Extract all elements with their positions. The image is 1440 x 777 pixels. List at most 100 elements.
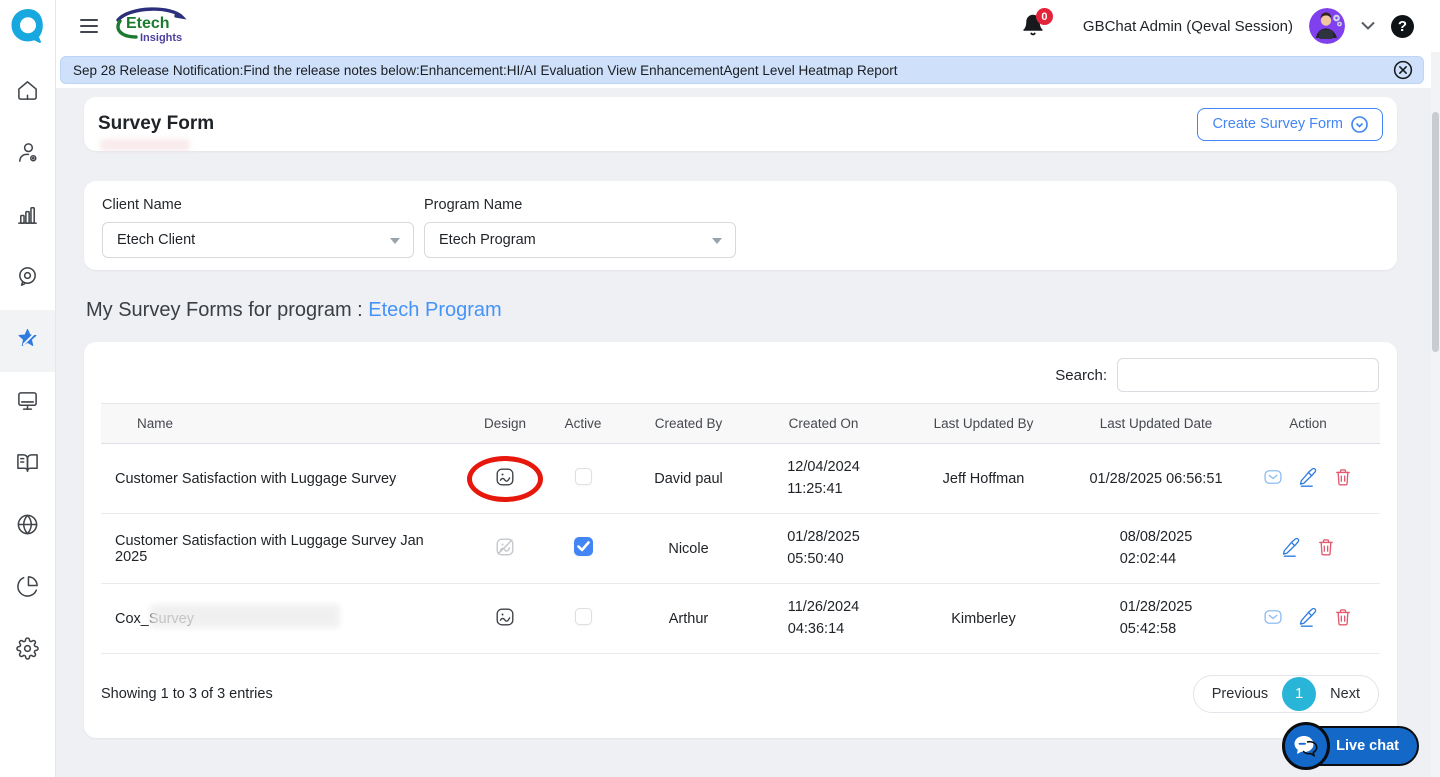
redaction-blur (100, 139, 190, 151)
close-icon[interactable] (1393, 60, 1413, 80)
column-header-active[interactable]: Active (545, 404, 621, 444)
client-name-select[interactable]: Etech Client (102, 222, 414, 258)
column-header-action[interactable]: Action (1236, 404, 1380, 444)
previous-page-button[interactable]: Previous (1198, 686, 1282, 702)
column-header-last-updated-by[interactable]: Last Updated By (891, 404, 1076, 444)
mail-icon[interactable] (1263, 606, 1283, 628)
column-header-name[interactable]: Name (101, 404, 465, 444)
edit-icon[interactable] (1281, 536, 1301, 558)
app-window: Etech Insights 0 GBChat Admin (Qeval Ses… (0, 0, 1440, 777)
survey-table-card: Search: Name Design Active Created By Cr… (84, 342, 1397, 738)
created-by: David paul (621, 444, 756, 514)
last-updated-by: Jeff Hoffman (891, 444, 1076, 514)
design-icon[interactable] (494, 466, 516, 492)
caret-down-icon (712, 238, 722, 244)
chevron-down-icon[interactable] (1361, 17, 1375, 35)
pagination: Previous 1 Next (1193, 675, 1379, 713)
hamburger-menu-icon[interactable] (78, 15, 100, 37)
help-icon[interactable]: ? (1391, 15, 1414, 38)
heading-prefix: My Survey Forms for program : (86, 299, 368, 321)
created-by: Arthur (621, 584, 756, 654)
globe-icon (16, 513, 39, 541)
design-icon[interactable] (494, 606, 516, 632)
chat-bubble-icon[interactable] (1282, 722, 1330, 770)
sidebar-item-settings[interactable] (0, 620, 55, 682)
last-updated-date: 08/08/2025 02:02:44 (1120, 527, 1193, 569)
entries-info: Showing 1 to 3 of 3 entries (101, 686, 273, 702)
mail-icon[interactable] (1263, 466, 1283, 488)
sidebar-item-survey-forms[interactable] (0, 310, 55, 372)
livechat-label: Live chat (1336, 738, 1399, 754)
sidebar-item-web[interactable] (0, 496, 55, 558)
column-header-design[interactable]: Design (465, 404, 545, 444)
user-gear-icon (16, 141, 39, 169)
search-label: Search: (1055, 367, 1107, 384)
qeval-logo-icon[interactable] (8, 6, 48, 46)
table-header-row: Name Design Active Created By Created On… (101, 404, 1380, 444)
gear-icon (16, 637, 39, 665)
sidebar (0, 0, 56, 777)
sidebar-nav (0, 62, 55, 682)
column-header-last-updated-date[interactable]: Last Updated Date (1076, 404, 1236, 444)
program-name-select[interactable]: Etech Program (424, 222, 736, 258)
redaction-blur (150, 604, 340, 628)
column-header-created-on[interactable]: Created On (756, 404, 891, 444)
last-updated-date: 01/28/2025 06:56:51 (1089, 471, 1222, 487)
created-on: 12/04/2024 11:25:41 (787, 457, 860, 499)
delete-icon[interactable] (1316, 536, 1336, 558)
badge-gear-icon (16, 265, 39, 293)
next-page-button[interactable]: Next (1316, 686, 1374, 702)
search-input[interactable] (1117, 358, 1379, 392)
svg-text:Etech: Etech (126, 15, 170, 32)
star-wand-icon (16, 327, 39, 355)
sidebar-item-home[interactable] (0, 62, 55, 124)
edit-icon[interactable] (1298, 606, 1318, 628)
filters-card: Client Name Etech Client Program Name Et… (84, 181, 1397, 270)
scrollbar-thumb[interactable] (1432, 112, 1439, 352)
program-name-label: Program Name (424, 197, 736, 213)
caret-down-icon (390, 238, 400, 244)
create-survey-form-button[interactable]: Create Survey Form (1197, 108, 1383, 141)
design-icon-disabled (494, 536, 516, 562)
last-updated-by (891, 514, 1076, 584)
notification-bell-icon[interactable]: 0 (1021, 12, 1047, 40)
svg-text:Insights: Insights (140, 32, 182, 44)
last-updated-by: Kimberley (891, 584, 1076, 654)
notification-badge: 0 (1036, 8, 1053, 25)
create-survey-form-label: Create Survey Form (1212, 116, 1343, 132)
active-checkbox-unchecked[interactable] (575, 608, 592, 625)
delete-icon[interactable] (1333, 466, 1353, 488)
program-link[interactable]: Etech Program (368, 299, 501, 321)
client-name-value: Etech Client (103, 232, 195, 248)
column-header-created-by[interactable]: Created By (621, 404, 756, 444)
sidebar-item-qeval-badge[interactable] (0, 248, 55, 310)
created-on: 01/28/2025 05:50:40 (787, 527, 860, 569)
last-updated-date: 01/28/2025 05:42:58 (1120, 597, 1193, 639)
sidebar-item-knowledge[interactable] (0, 434, 55, 496)
scrollbar-track[interactable] (1431, 52, 1440, 777)
created-on: 11/26/2024 04:36:14 (788, 597, 860, 639)
avatar[interactable] (1309, 8, 1345, 44)
home-icon (16, 79, 39, 107)
monitor-icon (16, 389, 39, 417)
sidebar-item-analytics[interactable] (0, 558, 55, 620)
sidebar-item-user-management[interactable] (0, 124, 55, 186)
table-row: Customer Satisfaction with Luggage Surve… (101, 514, 1380, 584)
sidebar-item-monitor[interactable] (0, 372, 55, 434)
created-by: Nicole (621, 514, 756, 584)
active-checkbox-unchecked[interactable] (575, 468, 592, 485)
sidebar-item-reports[interactable] (0, 186, 55, 248)
active-checkbox-checked[interactable] (574, 537, 593, 556)
user-session-label: GBChat Admin (Qeval Session) (1083, 18, 1293, 35)
open-book-icon (16, 451, 39, 479)
edit-icon[interactable] (1298, 466, 1318, 488)
page-title: Survey Form (98, 113, 214, 135)
section-heading: My Survey Forms for program : Etech Prog… (86, 299, 502, 322)
livechat-widget: Live chat (1282, 722, 1419, 770)
current-page-button[interactable]: 1 (1282, 677, 1316, 711)
program-name-value: Etech Program (425, 232, 536, 248)
release-notification-banner: Sep 28 Release Notification:Find the rel… (60, 56, 1424, 84)
etech-insights-logo: Etech Insights (110, 4, 194, 48)
delete-icon[interactable] (1333, 606, 1353, 628)
survey-name: Customer Satisfaction with Luggage Surve… (101, 514, 465, 584)
